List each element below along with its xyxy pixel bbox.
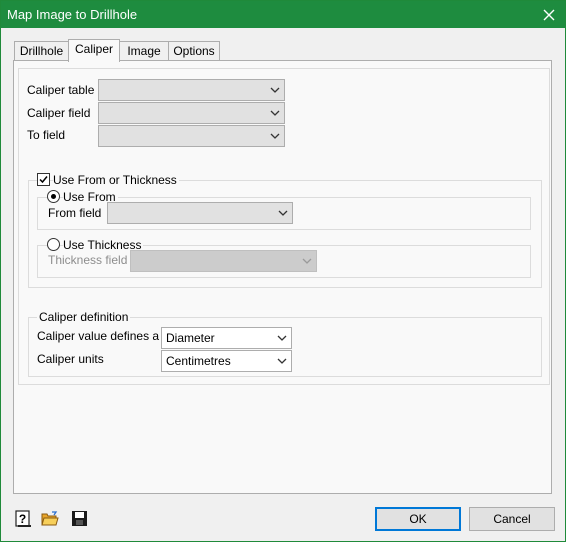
save-button[interactable] [71, 510, 89, 528]
chevron-down-icon [270, 133, 280, 139]
save-icon [72, 511, 87, 526]
title-bar: Map Image to Drillhole [1, 1, 565, 28]
to-field-dropdown[interactable] [98, 125, 285, 147]
use-from-thickness-checkbox[interactable] [37, 173, 50, 186]
help-icon: ? [15, 510, 31, 527]
checkmark-icon [39, 176, 48, 184]
tab-drillhole-label: Drillhole [19, 44, 64, 58]
svg-text:?: ? [19, 512, 26, 526]
tab-options[interactable]: Options [168, 41, 220, 61]
tab-image[interactable]: Image [119, 41, 169, 61]
tab-image-label: Image [127, 44, 161, 58]
thickness-field-dropdown[interactable] [130, 250, 317, 272]
chevron-down-icon [270, 87, 280, 93]
use-from-thickness-label: Use From or Thickness [53, 173, 179, 187]
help-button[interactable]: ? [14, 510, 32, 528]
to-field-label: To field [27, 128, 66, 142]
open-folder-icon [41, 511, 59, 526]
thickness-field-label: Thickness field [48, 253, 128, 267]
from-field-dropdown[interactable] [107, 202, 293, 224]
close-button[interactable] [533, 1, 565, 28]
caliper-units-value: Centimetres [166, 354, 231, 368]
dialog-window: Map Image to Drillhole Drillhole Caliper… [0, 0, 566, 542]
caliper-definition-heading: Caliper definition [37, 310, 131, 324]
chevron-down-icon [270, 110, 280, 116]
caliper-table-dropdown[interactable] [98, 79, 285, 101]
chevron-down-icon [278, 210, 288, 216]
caliper-field-dropdown[interactable] [98, 102, 285, 124]
caliper-value-defines-label: Caliper value defines a [37, 329, 160, 343]
window-title: Map Image to Drillhole [7, 7, 138, 22]
ok-button[interactable]: OK [375, 507, 461, 531]
caliper-value-defines-dropdown[interactable]: Diameter [161, 327, 292, 349]
tab-caliper[interactable]: Caliper [68, 39, 120, 62]
caliper-field-label: Caliper field [27, 106, 91, 120]
radio-selected-dot [51, 194, 56, 199]
use-from-radio[interactable] [47, 190, 60, 203]
use-thickness-radio[interactable] [47, 238, 60, 251]
caliper-tab-panel: Caliper table Caliper field To field Use… [13, 60, 552, 494]
caliper-units-label: Caliper units [37, 352, 104, 366]
caliper-table-label: Caliper table [27, 83, 95, 97]
cancel-button[interactable]: Cancel [469, 507, 555, 531]
chevron-down-icon [302, 258, 312, 264]
caliper-value-defines-value: Diameter [166, 331, 215, 345]
tab-drillhole[interactable]: Drillhole [14, 41, 69, 61]
chevron-down-icon [277, 358, 287, 364]
close-icon [543, 9, 555, 20]
tab-options-label: Options [173, 44, 215, 58]
from-field-label: From field [48, 206, 102, 220]
caliper-units-dropdown[interactable]: Centimetres [161, 350, 292, 372]
chevron-down-icon [277, 335, 287, 341]
open-button[interactable] [41, 510, 59, 528]
tab-caliper-label: Caliper [74, 42, 113, 56]
